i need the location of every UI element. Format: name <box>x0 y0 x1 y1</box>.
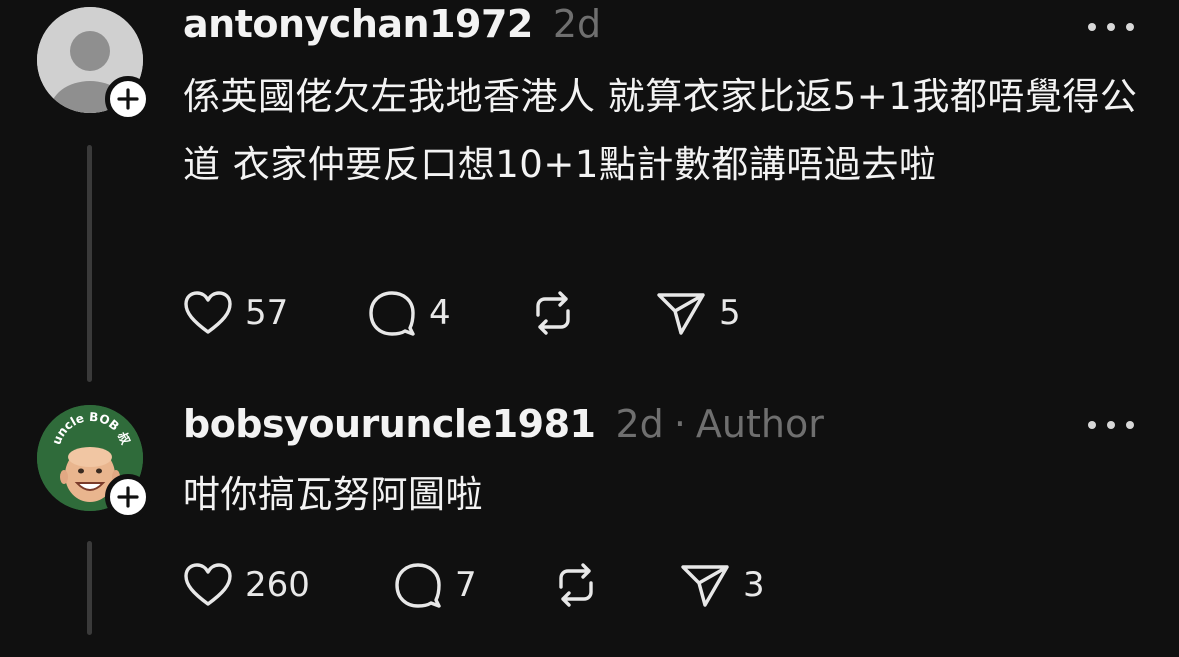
like-count: 57 <box>245 293 289 333</box>
more-dots-icon <box>1088 23 1096 31</box>
post-text: 咁你搞瓦努阿圖啦 <box>183 473 483 516</box>
repost-icon <box>536 291 570 335</box>
thread-line <box>87 145 92 382</box>
send-icon <box>657 293 705 335</box>
comment-icon <box>369 291 415 336</box>
like-count: 260 <box>245 565 310 605</box>
post-text: 係英國佬欠左我地香港人 就算衣家比返5+1我都唔覺得公道 衣家仲要反口想10+1… <box>183 75 1138 186</box>
timestamp: 2d <box>615 402 664 446</box>
heart-icon <box>184 563 232 606</box>
repost-button[interactable] <box>528 288 578 338</box>
username[interactable]: bobsyouruncle1981 <box>183 402 596 446</box>
separator-dot: · <box>673 402 686 446</box>
more-dots-icon <box>1088 421 1096 429</box>
follow-button[interactable] <box>105 474 151 520</box>
post-header: antonychan1972 2d <box>183 2 601 46</box>
more-dots-icon <box>1126 421 1134 429</box>
more-dots-icon <box>1126 23 1134 31</box>
post-header: bobsyouruncle1981 2d · Author <box>183 402 824 446</box>
more-options-button[interactable] <box>1088 17 1134 37</box>
follow-button[interactable] <box>105 76 151 122</box>
like-button[interactable]: 260 <box>183 560 310 610</box>
timestamp: 2d <box>552 2 602 46</box>
share-count: 5 <box>719 293 741 333</box>
repost-button[interactable] <box>551 560 601 610</box>
more-dots-icon <box>1107 421 1115 429</box>
author-label: Author <box>695 402 824 446</box>
more-dots-icon <box>1107 23 1115 31</box>
share-count: 3 <box>743 565 765 605</box>
reply-button[interactable]: 4 <box>367 288 451 338</box>
plus-icon <box>117 486 139 508</box>
reply-count: 4 <box>429 293 451 333</box>
reply-button[interactable]: 7 <box>393 560 477 610</box>
send-icon <box>681 565 729 607</box>
repost-icon <box>559 563 593 607</box>
heart-icon <box>184 291 232 334</box>
username[interactable]: antonychan1972 <box>183 2 533 46</box>
share-button[interactable]: 5 <box>655 288 741 338</box>
action-bar: 57 4 5 <box>183 288 783 338</box>
thread-line <box>87 541 92 635</box>
plus-icon <box>117 88 139 110</box>
reply-count: 7 <box>455 565 477 605</box>
share-button[interactable]: 3 <box>679 560 765 610</box>
more-options-button[interactable] <box>1088 415 1134 435</box>
like-button[interactable]: 57 <box>183 288 288 338</box>
comment-icon <box>395 563 441 608</box>
action-bar: 260 7 3 <box>183 560 783 610</box>
